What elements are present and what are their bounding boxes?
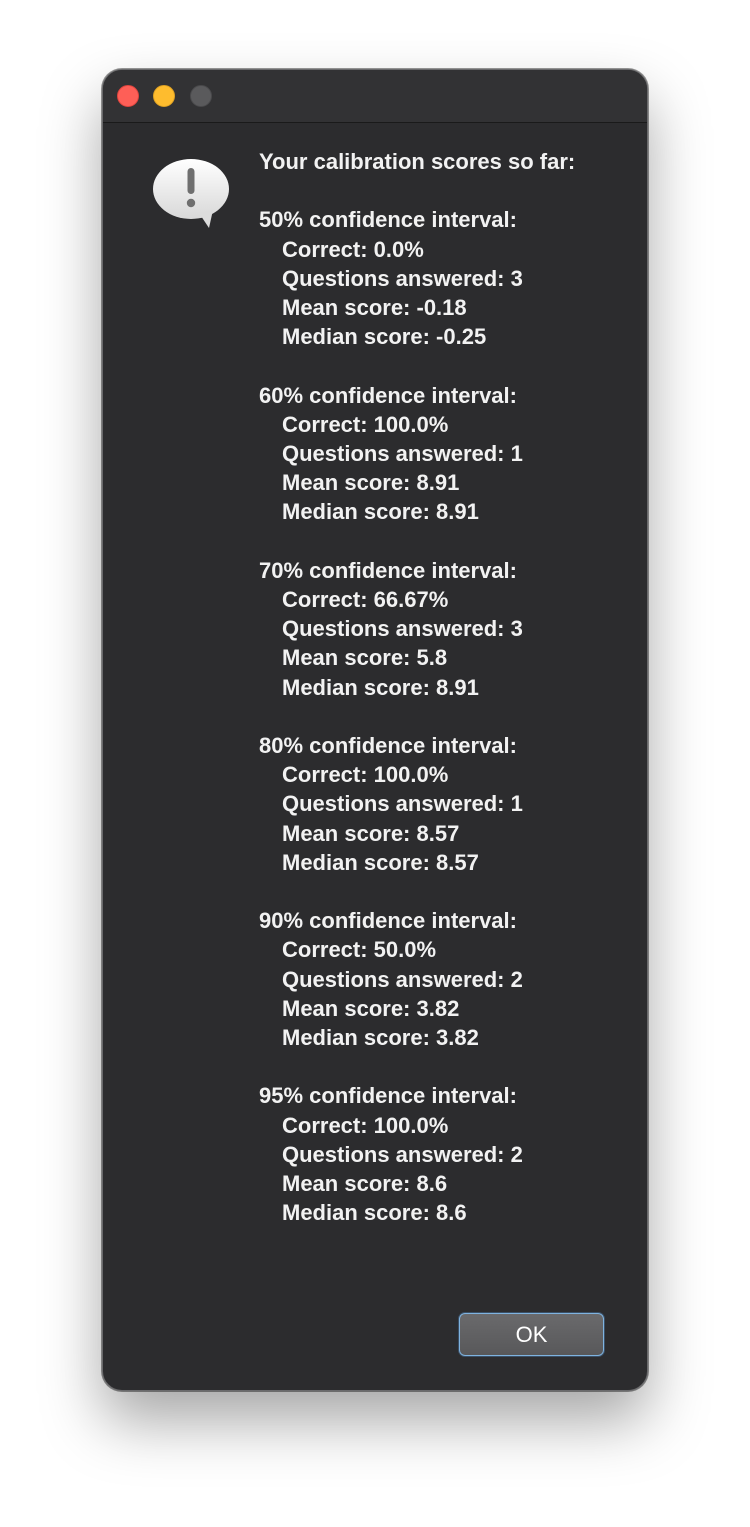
interval-section-95: 95% confidence interval: Correct: 100.0%…: [259, 1081, 639, 1227]
calibration-message: Your calibration scores so far: 50% conf…: [259, 147, 639, 1257]
median-score-stat: Median score: 3.82: [282, 1025, 479, 1051]
median-score-stat: Median score: 8.91: [282, 674, 479, 700]
correct-stat: Correct: 100.0%: [282, 1112, 449, 1138]
answered-stat: Questions answered: 2: [282, 1141, 523, 1167]
median-score-stat: Median score: 8.91: [282, 499, 479, 525]
median-score-stat: Median score: -0.25: [282, 324, 487, 350]
title-bar: [103, 70, 647, 123]
zoom-window-button[interactable]: [190, 85, 212, 107]
answered-stat: Questions answered: 2: [282, 966, 523, 992]
median-score-stat: Median score: 8.57: [282, 849, 479, 875]
mean-score-stat: Mean score: -0.18: [282, 295, 467, 320]
interval-section-80: 80% confidence interval: Correct: 100.0%…: [259, 731, 639, 877]
mean-score-stat: Mean score: 3.82: [282, 995, 460, 1021]
correct-stat: Correct: 0.0%: [282, 236, 424, 262]
interval-title: 60% confidence interval:: [259, 382, 517, 408]
answered-stat: Questions answered: 3: [282, 616, 523, 642]
answered-stat: Questions answered: 3: [282, 265, 523, 291]
answered-stat: Questions answered: 1: [282, 791, 523, 817]
answered-stat: Questions answered: 1: [282, 441, 523, 466]
correct-stat: Correct: 100.0%: [282, 762, 449, 788]
message-heading: Your calibration scores so far:: [259, 149, 576, 174]
interval-section-70: 70% confidence interval: Correct: 66.67%…: [259, 556, 639, 702]
interval-title: 70% confidence interval:: [259, 557, 517, 583]
ok-button[interactable]: OK: [459, 1313, 604, 1356]
minimize-window-button[interactable]: [153, 85, 175, 107]
interval-title: 95% confidence interval:: [259, 1083, 517, 1109]
interval-title: 90% confidence interval:: [259, 908, 517, 934]
close-window-button[interactable]: [117, 85, 139, 107]
mean-score-stat: Mean score: 8.91: [282, 470, 460, 496]
correct-stat: Correct: 50.0%: [282, 937, 437, 963]
alert-dialog-window: Your calibration scores so far: 50% conf…: [102, 69, 648, 1391]
mean-score-stat: Mean score: 8.57: [282, 820, 460, 846]
median-score-stat: Median score: 8.6: [282, 1200, 467, 1226]
interval-title: 80% confidence interval:: [259, 733, 517, 758]
correct-stat: Correct: 66.67%: [282, 587, 449, 612]
mean-score-stat: Mean score: 8.6: [282, 1171, 448, 1197]
correct-stat: Correct: 100.0%: [282, 411, 449, 437]
interval-title: 50% confidence interval:: [259, 207, 517, 233]
interval-section-60: 60% confidence interval: Correct: 100.0%…: [259, 381, 639, 527]
interval-section-90: 90% confidence interval: Correct: 50.0% …: [259, 906, 639, 1052]
alert-speech-bubble-icon: [153, 159, 229, 228]
interval-section-50: 50% confidence interval: Correct: 0.0% Q…: [259, 205, 639, 351]
mean-score-stat: Mean score: 5.8: [282, 645, 448, 671]
